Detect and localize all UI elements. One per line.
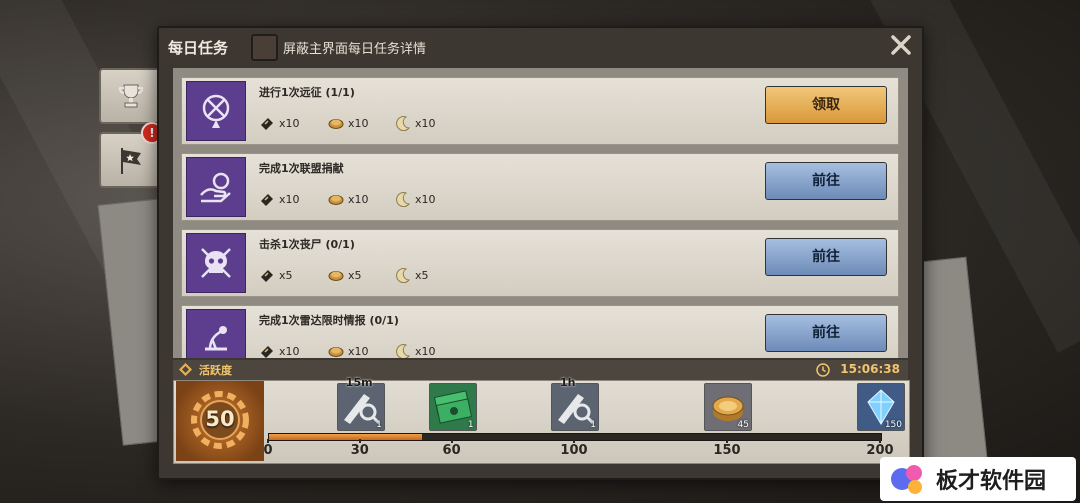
tick-label: 100 — [560, 443, 588, 458]
reward-duration: 1h — [560, 376, 576, 389]
activity-score-badge: 50 — [176, 381, 264, 461]
go-button[interactable]: 前往 — [765, 314, 887, 352]
diamond-icon — [179, 363, 192, 376]
reward-chest[interactable]: 1 — [551, 383, 599, 431]
tick-label: 200 — [866, 443, 894, 458]
reward-count: 150 — [884, 420, 902, 430]
tick-label: 30 — [350, 443, 369, 458]
task-row: 击杀1次丧尸 (0/1) x5 x5 x5 前往 — [181, 229, 899, 297]
reward-coin: x10 — [328, 191, 369, 207]
moon-icon — [396, 116, 411, 131]
reward-ticket: x10 — [259, 115, 300, 131]
tick-label: 60 — [442, 443, 461, 458]
activity-label: 活跃度 — [199, 364, 232, 377]
task-name: 击杀1次丧尸 (0/1) — [259, 238, 355, 251]
hide-details-label: 屏蔽主界面每日任务详情 — [283, 42, 427, 57]
reward-ticket: x10 — [259, 191, 300, 207]
watermark: 板才软件园 — [880, 457, 1076, 501]
claim-button[interactable]: 领取 — [765, 86, 887, 124]
ticket-icon — [261, 118, 273, 130]
skull-icon — [186, 233, 246, 293]
reward-count: 45 — [737, 420, 749, 430]
expedition-icon — [186, 81, 246, 141]
moon-icon — [396, 192, 411, 207]
task-row: 完成1次联盟捐献 x10 x10 x10 前往 — [181, 153, 899, 221]
tab-achievements[interactable] — [99, 68, 163, 124]
dialog-title: 每日任务 — [168, 39, 229, 57]
task-list[interactable]: 进行1次远征 (1/1) x10 x10 x10 领取 完成1次联盟捐献 x10… — [173, 68, 908, 358]
task-name: 进行1次远征 (1/1) — [259, 86, 355, 99]
go-button[interactable]: 前往 — [765, 162, 887, 200]
daily-tasks-dialog: 每日任务 屏蔽主界面每日任务详情 进行1次远征 (1/1) x10 x10 x1… — [157, 26, 924, 480]
task-row: 进行1次远征 (1/1) x10 x10 x10 领取 — [181, 77, 899, 145]
tick-label: 150 — [713, 443, 741, 458]
go-button[interactable]: 前往 — [765, 238, 887, 276]
moon-icon — [396, 344, 411, 358]
reward-coin: x5 — [328, 267, 362, 283]
coin-icon — [328, 347, 344, 357]
hide-details-checkbox[interactable] — [251, 34, 278, 61]
watermark-text: 板才软件园 — [936, 469, 1047, 494]
reward-ticket: x5 — [259, 267, 293, 283]
reward-chest[interactable]: 1 — [336, 383, 385, 431]
reward-moon: x10 — [395, 191, 436, 207]
reward-chest[interactable]: 150 — [857, 383, 905, 431]
reward-moon: x10 — [395, 343, 436, 358]
activity-score: 50 — [205, 407, 235, 431]
activity-progress-fill — [269, 434, 422, 440]
reward-ticket: x10 — [259, 343, 300, 358]
dialog-header: 每日任务 屏蔽主界面每日任务详情 — [159, 28, 922, 66]
activity-progress: 50 0 30 60 100 150 200 1 15m 1 1 1h 45 150 — [173, 376, 910, 464]
ticket-icon — [261, 346, 273, 358]
task-name: 完成1次雷达限时情报 (0/1) — [259, 314, 399, 327]
reward-coin: x10 — [328, 343, 369, 358]
brand-logo-icon — [891, 465, 922, 494]
reward-chest[interactable]: 45 — [704, 383, 752, 431]
reward-count: 1 — [376, 420, 382, 430]
task-row: 完成1次雷达限时情报 (0/1) x10 x10 x10 前往 — [181, 305, 899, 358]
activity-header: 活跃度 15:06:38 — [173, 360, 908, 380]
clock-icon — [816, 363, 830, 377]
reward-moon: x10 — [395, 115, 436, 131]
reward-coin: x10 — [328, 115, 369, 131]
task-name: 完成1次联盟捐献 — [259, 162, 344, 175]
close-icon[interactable] — [890, 34, 912, 56]
trophy-icon — [118, 84, 144, 108]
reward-moon: x5 — [395, 267, 429, 283]
coin-icon — [328, 119, 344, 129]
ticket-icon — [261, 270, 273, 282]
coin-icon — [328, 195, 344, 205]
ticket-icon — [261, 194, 273, 206]
donate-icon — [186, 157, 246, 217]
reset-timer: 15:06:38 — [840, 362, 900, 376]
coin-icon — [328, 271, 344, 281]
reward-count: 1 — [590, 420, 596, 430]
reward-duration: 15m — [345, 376, 373, 389]
flag-icon — [121, 148, 141, 174]
reward-count: 1 — [467, 420, 474, 430]
reward-chest[interactable]: 1 — [428, 383, 477, 431]
moon-icon — [396, 268, 411, 283]
radar-icon — [186, 309, 246, 358]
tick-label: 0 — [263, 443, 273, 458]
